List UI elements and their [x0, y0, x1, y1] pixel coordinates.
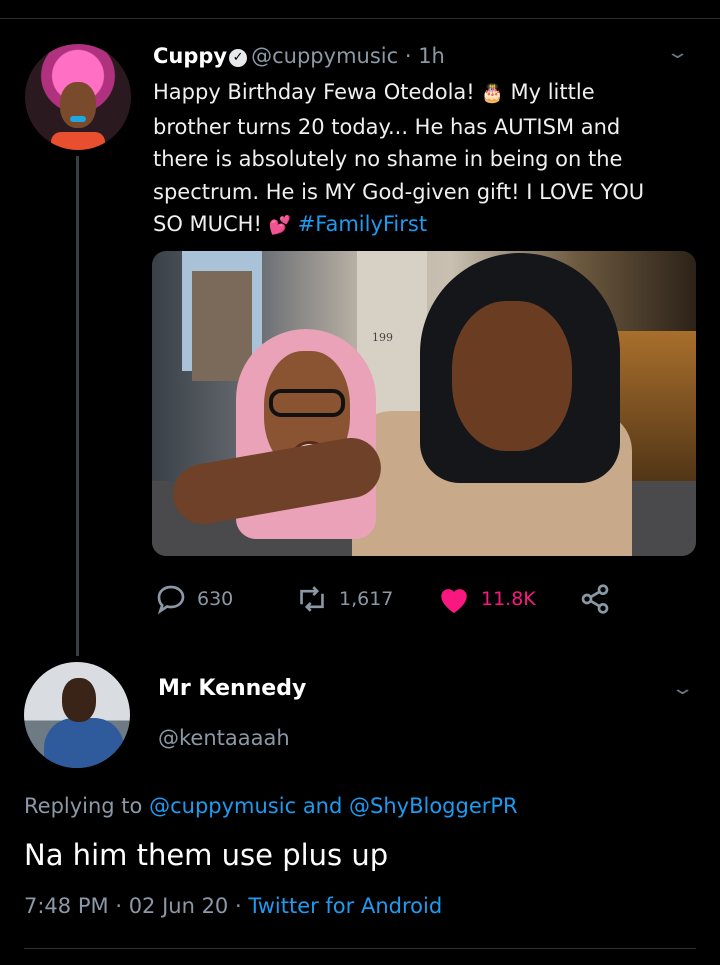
retweet-button[interactable]: 1,617: [295, 582, 393, 615]
avatar-lips: [70, 116, 86, 122]
replying-prefix: Replying to: [24, 794, 143, 818]
tweet-line: SO MUCH!: [153, 212, 262, 236]
photo-person-face: [452, 301, 572, 451]
avatar-collar: [51, 132, 105, 150]
reply-time[interactable]: 7:48 PM: [24, 894, 109, 918]
reply-text: Na him them use plus up: [24, 838, 389, 872]
retweet-icon: [300, 585, 324, 612]
photo-sign-number: 199: [372, 331, 393, 344]
chevron-down-icon[interactable]: ⌄: [670, 678, 694, 699]
author-name[interactable]: Cuppy: [153, 44, 227, 68]
tweet-line: Happy Birthday Fewa Otedola!: [153, 80, 475, 104]
verified-badge-icon: ✓: [229, 49, 248, 67]
reply-author-handle[interactable]: @kentaaaah: [158, 726, 290, 750]
avatar-face: [62, 678, 96, 722]
share-icon: [581, 583, 609, 614]
tweet-header: Cuppy ✓ @cuppymusic · 1h: [153, 42, 445, 70]
like-count: 11.8K: [481, 587, 536, 610]
replying-and[interactable]: and: [303, 794, 343, 818]
tweet-actions: 630 1,617 11.8K: [155, 582, 695, 614]
source-link[interactable]: Twitter for Android: [248, 894, 442, 918]
reply-icon: [157, 585, 185, 614]
author-handle[interactable]: @cuppymusic: [251, 44, 398, 68]
avatar-cuppy[interactable]: [25, 44, 131, 150]
top-divider: [0, 18, 720, 19]
avatar-kennedy[interactable]: [24, 662, 130, 768]
share-button[interactable]: [579, 582, 611, 615]
tweet-photo[interactable]: 199: [152, 251, 696, 556]
tweet-time[interactable]: · 1h: [405, 44, 445, 68]
reply-button[interactable]: 630: [155, 582, 233, 615]
avatar-shirt: [44, 718, 124, 768]
mention-link[interactable]: @ShyBloggerPR: [349, 794, 518, 818]
reply-count: 630: [197, 587, 234, 610]
hashtag-link[interactable]: #FamilyFirst: [298, 212, 427, 236]
meta-separator: ·: [234, 894, 242, 918]
tweet-text: Happy Birthday Fewa Otedola! 🎂 My little…: [153, 76, 693, 243]
retweet-count: 1,617: [339, 587, 394, 610]
tweet-line: spectrum. He is MY God-given gift! I LOV…: [153, 179, 645, 204]
tweet-line: My little: [510, 80, 595, 104]
thread-line: [76, 156, 79, 656]
mention-link[interactable]: @cuppymusic: [149, 794, 296, 818]
meta-separator: ·: [115, 894, 122, 918]
cake-emoji-icon: 🎂: [481, 83, 504, 104]
photo-building: [192, 271, 252, 381]
tweet-line: brother turns 20 today... He has AUTISM …: [153, 114, 621, 139]
chevron-down-icon[interactable]: ⌄: [665, 42, 689, 63]
bottom-divider: [24, 948, 696, 949]
heart-icon: [441, 588, 467, 613]
tweet-line: there is absolutely no shame in being on…: [153, 147, 623, 171]
replying-to-line: Replying to @cuppymusic and @ShyBloggerP…: [24, 794, 518, 818]
reply-date[interactable]: 02 Jun 20: [129, 894, 229, 918]
reply-author-name[interactable]: Mr Kennedy: [158, 676, 306, 701]
like-button[interactable]: 11.8K: [437, 582, 536, 615]
hearts-emoji-icon: 💕: [268, 215, 292, 236]
photo-glasses: [269, 389, 345, 417]
reply-meta: 7:48 PM · 02 Jun 20 · Twitter for Androi…: [24, 894, 442, 918]
